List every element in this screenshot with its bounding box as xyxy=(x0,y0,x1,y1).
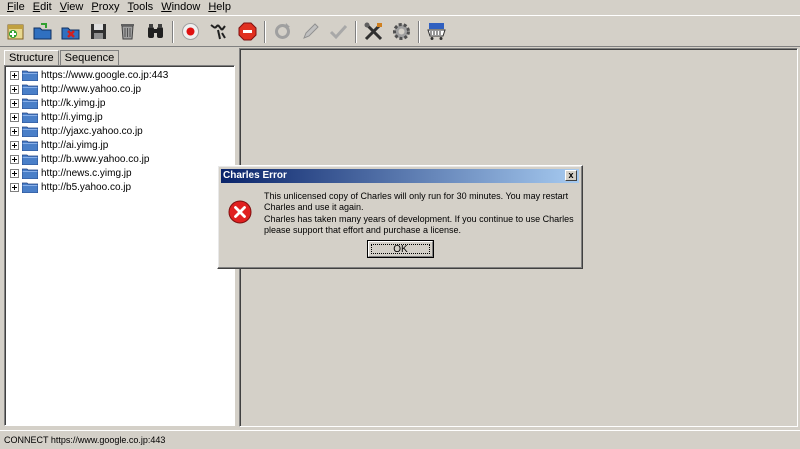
tools-button[interactable] xyxy=(361,19,386,44)
tree-row[interactable]: http://b5.yahoo.co.jp xyxy=(10,180,131,194)
ok-label: OK xyxy=(393,243,408,255)
tree-row-label: http://i.yimg.jp xyxy=(41,111,103,123)
close-button[interactable]: x xyxy=(565,170,577,181)
save-button[interactable] xyxy=(86,19,111,44)
toolbar-separator xyxy=(418,21,420,43)
tree-row[interactable]: http://news.c.yimg.jp xyxy=(10,166,132,180)
menu-window[interactable]: Window xyxy=(158,0,205,15)
expand-icon[interactable] xyxy=(10,154,19,164)
tree-row-label: http://b.www.yahoo.co.jp xyxy=(41,153,150,165)
expand-icon[interactable] xyxy=(10,168,19,178)
save-icon xyxy=(91,24,106,39)
open-button[interactable] xyxy=(30,19,55,44)
toolbar xyxy=(0,15,800,47)
expand-icon[interactable] xyxy=(10,182,19,192)
error-icon xyxy=(228,200,252,224)
folder-icon xyxy=(22,168,38,179)
ok-button[interactable]: OK xyxy=(367,240,434,258)
panel-tabs: Structure Sequence xyxy=(4,50,120,65)
tree-row-label: http://k.yimg.jp xyxy=(41,97,106,109)
new-session-icon xyxy=(7,24,24,40)
menu-edit[interactable]: Edit xyxy=(30,0,57,15)
menu-file[interactable]: File xyxy=(4,0,30,15)
tab-sequence[interactable]: Sequence xyxy=(59,50,120,65)
settings-icon xyxy=(393,23,410,40)
structure-panel: Structure Sequence https://www.google.co… xyxy=(2,48,236,427)
edit-icon xyxy=(303,23,319,39)
folder-icon xyxy=(22,112,38,123)
folder-icon xyxy=(22,182,38,193)
find-button[interactable] xyxy=(143,19,168,44)
tree-row[interactable]: http://b.www.yahoo.co.jp xyxy=(10,152,149,166)
host-tree[interactable]: https://www.google.co.jp:443 http://www.y… xyxy=(4,65,235,426)
tree-row-label: https://www.google.co.jp:443 xyxy=(41,69,169,81)
tree-row[interactable]: http://yjaxc.yahoo.co.jp xyxy=(10,124,143,138)
settings-button[interactable] xyxy=(389,19,414,44)
tree-row[interactable]: http://i.yimg.jp xyxy=(10,110,103,124)
new-session-button[interactable] xyxy=(3,19,28,44)
find-icon xyxy=(148,24,163,38)
record-icon xyxy=(182,23,199,40)
record-button[interactable] xyxy=(178,19,203,44)
repeat-icon xyxy=(275,23,290,39)
tree-row[interactable]: http://ai.yimg.jp xyxy=(10,138,108,152)
tree-row-label: http://yjaxc.yahoo.co.jp xyxy=(41,125,143,137)
tab-structure[interactable]: Structure xyxy=(4,50,59,65)
toolbar-separator xyxy=(355,21,357,43)
folder-icon xyxy=(22,154,38,165)
close-session-button[interactable] xyxy=(58,19,83,44)
menu-tools[interactable]: Tools xyxy=(125,0,159,15)
shop-button[interactable] xyxy=(424,19,449,44)
tree-row[interactable]: http://www.yahoo.co.jp xyxy=(10,82,141,96)
folder-icon xyxy=(22,70,38,81)
error-dialog: Charles Error x This unlicensed copy of … xyxy=(217,165,583,269)
expand-icon[interactable] xyxy=(10,112,19,122)
validate-icon xyxy=(329,24,348,40)
tree-row-label: http://ai.yimg.jp xyxy=(41,139,109,151)
tree-row-label: http://www.yahoo.co.jp xyxy=(41,83,142,95)
tree-row-label: http://b5.yahoo.co.jp xyxy=(41,181,132,193)
dialog-message-2: Charles has taken many years of developm… xyxy=(264,214,574,235)
status-text: CONNECT https://www.google.co.jp:443 xyxy=(4,435,166,445)
edit-button[interactable] xyxy=(298,19,323,44)
menu-bar: File Edit View Proxy Tools Window Help xyxy=(0,0,800,15)
folder-icon xyxy=(22,98,38,109)
expand-icon[interactable] xyxy=(10,126,19,136)
expand-icon[interactable] xyxy=(10,140,19,150)
tools-icon xyxy=(364,22,383,41)
toolbar-separator xyxy=(264,21,266,43)
clear-icon xyxy=(121,24,134,40)
dialog-message-1: This unlicensed copy of Charles will onl… xyxy=(264,191,569,212)
validate-button[interactable] xyxy=(326,19,351,44)
dialog-title: Charles Error xyxy=(223,170,287,181)
clear-button[interactable] xyxy=(115,19,140,44)
throttle-button[interactable] xyxy=(206,19,231,44)
status-bar: CONNECT https://www.google.co.jp:443 xyxy=(0,430,800,449)
folder-icon xyxy=(22,126,38,137)
repeat-button[interactable] xyxy=(270,19,295,44)
open-icon xyxy=(33,23,52,40)
expand-icon[interactable] xyxy=(10,98,19,108)
menu-help[interactable]: Help xyxy=(205,0,236,15)
menu-view[interactable]: View xyxy=(57,0,89,15)
tree-row[interactable]: https://www.google.co.jp:443 xyxy=(10,68,168,82)
expand-icon[interactable] xyxy=(10,70,19,80)
tree-row[interactable]: http://k.yimg.jp xyxy=(10,96,105,110)
folder-icon xyxy=(22,140,38,151)
throttle-icon xyxy=(210,24,226,40)
stop-icon xyxy=(238,22,257,41)
expand-icon[interactable] xyxy=(10,84,19,94)
shop-icon xyxy=(427,23,446,40)
close-icon: x xyxy=(568,170,574,180)
stop-button[interactable] xyxy=(235,19,260,44)
dialog-titlebar[interactable]: Charles Error x xyxy=(221,169,579,183)
close-session-icon xyxy=(61,27,80,40)
folder-icon xyxy=(22,84,38,95)
menu-proxy[interactable]: Proxy xyxy=(88,0,124,15)
tree-row-label: http://news.c.yimg.jp xyxy=(41,167,132,179)
toolbar-separator xyxy=(172,21,174,43)
